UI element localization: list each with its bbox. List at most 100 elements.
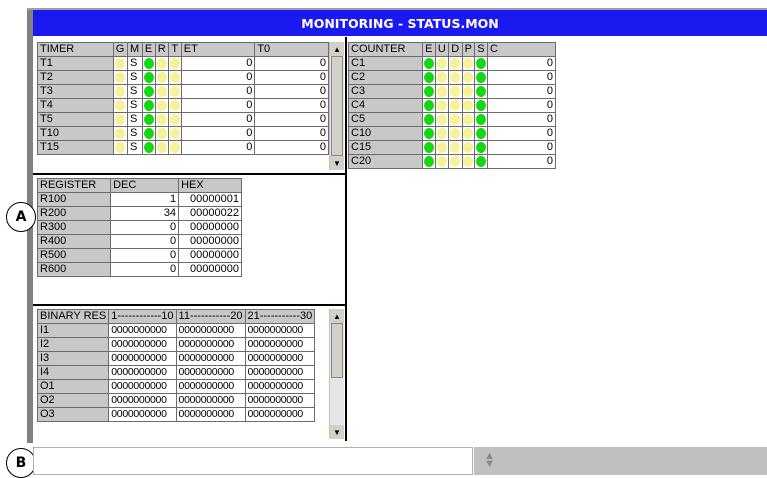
panel-divider-timer-register <box>33 173 346 175</box>
binary-name: O2 <box>36 393 110 408</box>
triangle-up-icon[interactable]: ▲ <box>330 42 344 56</box>
register-row[interactable]: R300 0 00000000 <box>36 220 242 235</box>
indicator-s-cell <box>474 112 488 127</box>
indicator-d-cell <box>448 70 463 85</box>
indicator-u-cell <box>434 154 450 169</box>
timer-row[interactable]: T5 S 0 0 <box>37 112 329 127</box>
indicator-s-cell <box>474 84 488 99</box>
status-indicator-icon <box>437 114 448 125</box>
binary-row[interactable]: O2 0000000000 0000000000 0000000000 <box>36 393 316 408</box>
timer-et: 0 <box>180 56 256 71</box>
indicator-u-cell <box>434 98 450 113</box>
status-indicator-icon <box>170 114 181 125</box>
counter-row[interactable]: C2 0 <box>347 70 557 85</box>
indicator-p-cell <box>461 126 476 141</box>
register-hex: 00000001 <box>178 192 242 207</box>
timer-mode: S <box>126 56 143 71</box>
status-indicator-icon <box>450 100 461 111</box>
status-indicator-icon <box>157 100 168 111</box>
timer-et: 0 <box>180 140 256 155</box>
counter-name: C20 <box>347 154 424 169</box>
timer-mode: S <box>126 112 143 127</box>
binary-col-1-10: 1------------10 <box>108 309 177 324</box>
indicator-d-cell <box>448 154 463 169</box>
status-indicator-icon <box>115 142 126 153</box>
binary-row[interactable]: I4 0000000000 0000000000 0000000000 <box>36 365 316 380</box>
indicator-e-cell <box>422 112 436 127</box>
timer-row[interactable]: T4 S 0 0 <box>37 98 329 113</box>
triangle-down-icon[interactable]: ▼ <box>330 156 344 170</box>
indicator-e-cell <box>141 84 156 99</box>
register-hex: 00000000 <box>178 248 242 263</box>
window-title-bar: MONITORING - STATUS.MON <box>33 10 767 36</box>
counter-value: 0 <box>486 84 557 99</box>
indicator-e-cell <box>141 140 156 155</box>
counter-row[interactable]: C20 0 <box>347 154 557 169</box>
status-indicator-icon <box>463 156 474 167</box>
timer-col-timer: TIMER <box>37 42 114 57</box>
register-col-dec: DEC <box>110 178 180 193</box>
indicator-g-cell <box>112 84 128 99</box>
binary-bits-1-10: 0000000000 <box>108 337 177 352</box>
binary-row[interactable]: I2 0000000000 0000000000 0000000000 <box>36 337 316 352</box>
timer-t0: 0 <box>254 98 329 113</box>
counter-row[interactable]: C3 0 <box>347 84 557 99</box>
indicator-s-cell <box>474 140 488 155</box>
binary-bits-1-10: 0000000000 <box>108 379 177 394</box>
binary-row[interactable]: O1 0000000000 0000000000 0000000000 <box>36 379 316 394</box>
register-row[interactable]: R500 0 00000000 <box>36 248 242 263</box>
status-indicator-icon <box>170 128 181 139</box>
timer-t0: 0 <box>254 56 329 71</box>
triangle-up-icon[interactable]: ▲ <box>330 309 344 323</box>
status-indicator-icon <box>424 86 435 97</box>
indicator-p-cell <box>461 154 476 169</box>
counter-name: C1 <box>347 56 424 71</box>
counter-row[interactable]: C15 0 <box>347 140 557 155</box>
counter-value: 0 <box>486 140 557 155</box>
register-row[interactable]: R400 0 00000000 <box>36 234 242 249</box>
register-header-row: REGISTER DEC HEX <box>36 178 242 193</box>
binary-scroll-thumb[interactable] <box>331 323 343 378</box>
counter-row[interactable]: C4 0 <box>347 98 557 113</box>
timer-scroll-thumb[interactable] <box>331 56 343 156</box>
binary-bits-11-20: 0000000000 <box>175 407 246 422</box>
status-indicator-icon <box>424 156 435 167</box>
binary-row[interactable]: I3 0000000000 0000000000 0000000000 <box>36 351 316 366</box>
timer-name: T2 <box>37 70 114 85</box>
register-row[interactable]: R100 1 00000001 <box>36 192 242 207</box>
status-indicator-icon <box>143 86 154 97</box>
binary-name: I4 <box>36 365 110 380</box>
status-indicator-icon <box>115 72 126 83</box>
timer-mode: S <box>126 98 143 113</box>
binary-bits-11-20: 0000000000 <box>175 379 246 394</box>
counter-value: 0 <box>486 70 557 85</box>
counter-row[interactable]: C1 0 <box>347 56 557 71</box>
status-indicator-icon <box>437 72 448 83</box>
timer-scrollbar[interactable]: ▲ ▼ <box>329 42 344 170</box>
indicator-p-cell <box>461 70 476 85</box>
status-indicator-icon <box>476 156 487 167</box>
command-input[interactable] <box>33 447 473 475</box>
status-indicator-icon <box>463 86 474 97</box>
indicator-e-cell <box>422 84 436 99</box>
status-indicator-icon <box>143 100 154 111</box>
timer-row[interactable]: T3 S 0 0 <box>37 84 329 99</box>
indicator-t-cell <box>168 140 182 155</box>
timer-row[interactable]: T15 S 0 0 <box>37 140 329 155</box>
triangle-down-icon[interactable]: ▼ <box>330 425 344 439</box>
register-row[interactable]: R600 0 00000000 <box>36 262 242 277</box>
counter-row[interactable]: C5 0 <box>347 112 557 127</box>
timer-row[interactable]: T10 S 0 0 <box>37 126 329 141</box>
binary-scrollbar[interactable]: ▲ ▼ <box>329 309 344 439</box>
register-row[interactable]: R200 34 00000022 <box>36 206 242 221</box>
up-down-spinner-icon[interactable]: ▲ ▼ <box>484 451 495 470</box>
timer-row[interactable]: T1 S 0 0 <box>37 56 329 71</box>
status-indicator-icon <box>170 100 181 111</box>
timer-t0: 0 <box>254 126 329 141</box>
counter-row[interactable]: C10 0 <box>347 126 557 141</box>
binary-row[interactable]: O3 0000000000 0000000000 0000000000 <box>36 407 316 422</box>
timer-et: 0 <box>180 84 256 99</box>
binary-row[interactable]: I1 0000000000 0000000000 0000000000 <box>36 323 316 338</box>
binary-name: I1 <box>36 323 110 338</box>
timer-row[interactable]: T2 S 0 0 <box>37 70 329 85</box>
